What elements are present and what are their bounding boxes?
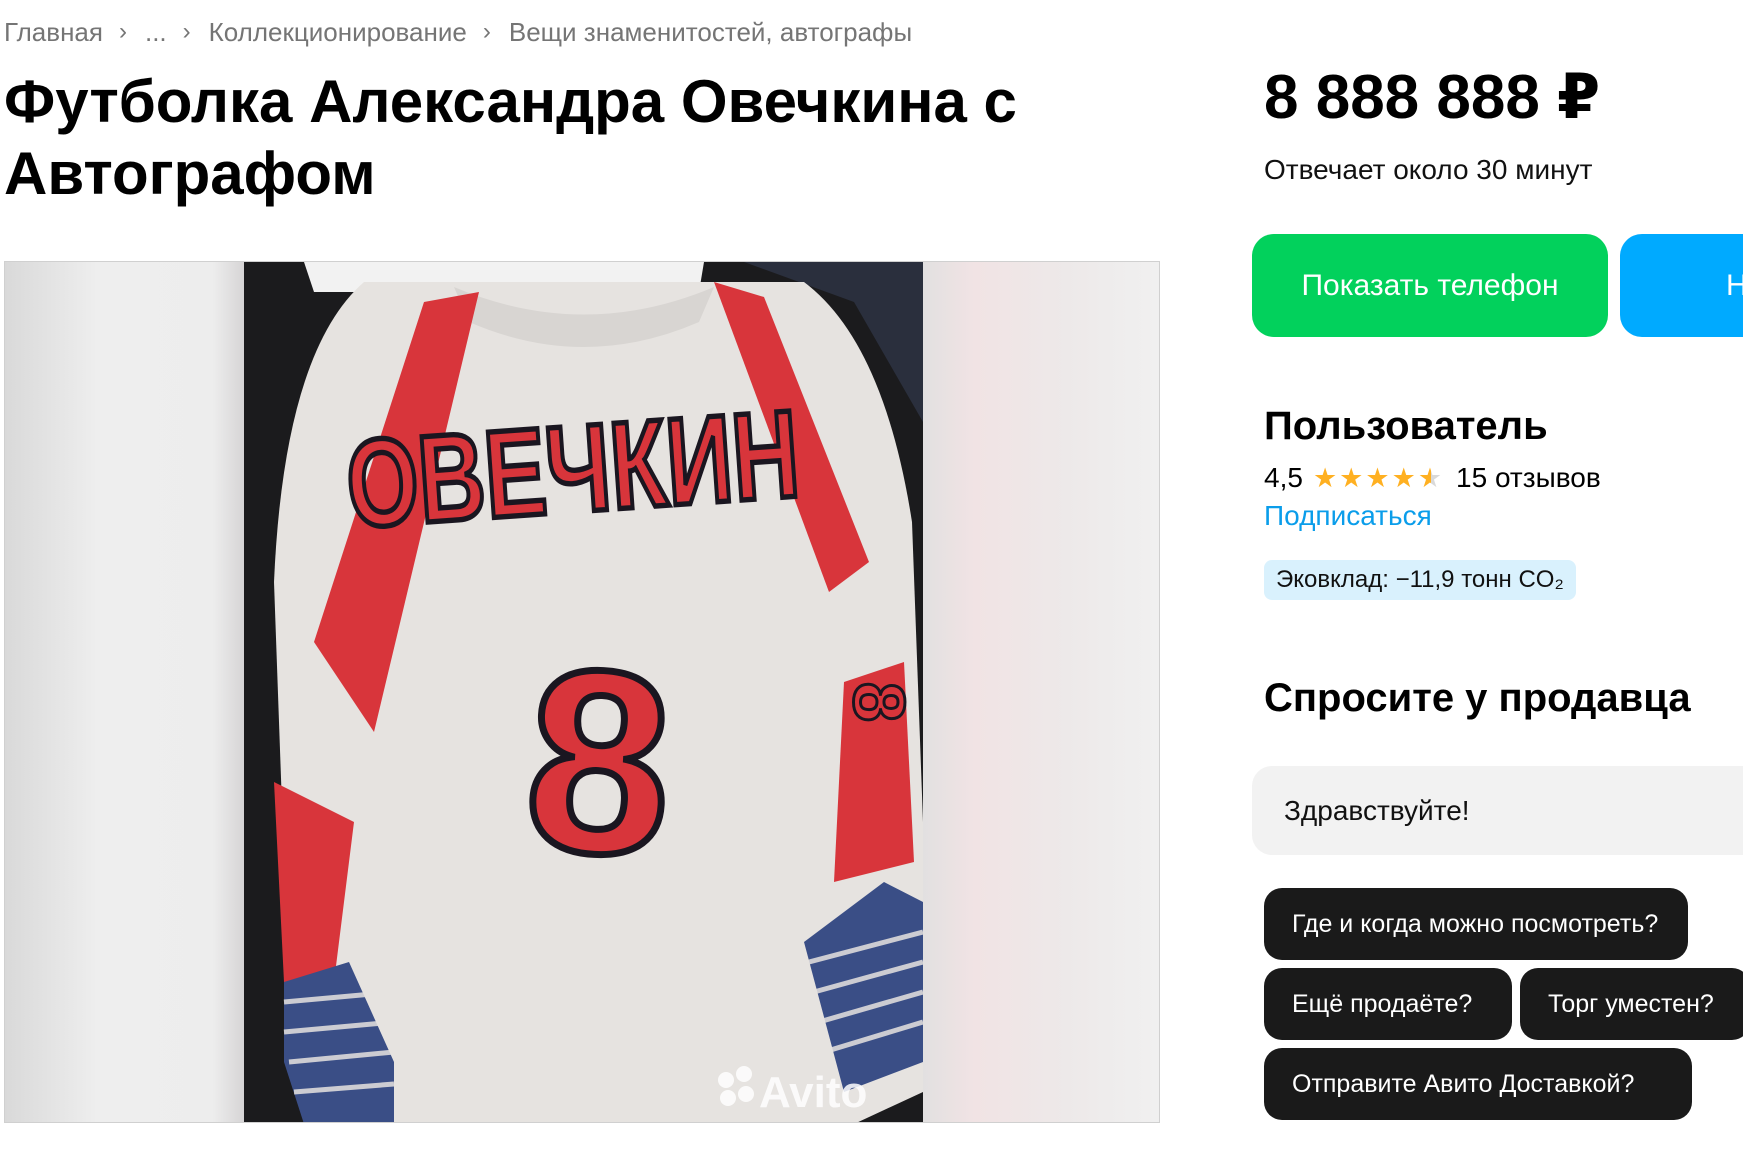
reviews-link[interactable]: 15 отзывов <box>1456 462 1601 494</box>
star-icon: ★ <box>1365 462 1390 493</box>
breadcrumb-home[interactable]: Главная <box>4 17 103 48</box>
listing-title: Футболка Александра Овечкина с Автографо… <box>4 68 1017 207</box>
star-icon: ★ <box>1312 462 1338 493</box>
seller-rating: 4,5 ★ ★ ★ ★ ★ 15 отзывов <box>1264 460 1601 496</box>
avito-watermark-text: Avito <box>759 1068 867 1117</box>
jersey-photo: ОВЕЧКИН 8 8 Avito <box>244 262 924 1122</box>
jersey-number-text: 8 <box>519 614 679 911</box>
show-phone-button[interactable]: Показать телефон <box>1252 234 1608 337</box>
breadcrumb-collecting[interactable]: Коллекционирование <box>209 17 467 48</box>
quick-question-bargain[interactable]: Торг уместен? <box>1520 968 1743 1040</box>
eco-badge[interactable]: Эковклад: −11,9 тонн CO₂ <box>1264 560 1576 600</box>
breadcrumb-celebrity-items[interactable]: Вещи знаменитостей, автографы <box>509 17 912 48</box>
message-input[interactable] <box>1252 766 1743 855</box>
seller-name[interactable]: Пользователь <box>1264 404 1548 449</box>
reply-time: Отвечает около 30 минут <box>1264 154 1593 185</box>
star-icon: ★ <box>1339 462 1364 493</box>
price: 8 888 888 ₽ <box>1264 63 1601 132</box>
sleeve-number-text: 8 <box>838 682 918 722</box>
breadcrumb-collapsed[interactable]: ... <box>145 17 167 48</box>
rating-stars: ★ ★ ★ ★ ★ <box>1313 463 1442 494</box>
chevron-right-icon: › <box>182 18 191 45</box>
star-icon: ★ <box>1391 462 1416 493</box>
subscribe-link[interactable]: Подписаться <box>1264 500 1432 532</box>
breadcrumb: Главная › ... › Коллекционирование › Вещ… <box>4 14 912 50</box>
chevron-right-icon: › <box>482 18 491 45</box>
write-message-button[interactable]: Н <box>1620 234 1743 337</box>
rating-value: 4,5 <box>1264 462 1303 493</box>
quick-question-still-selling[interactable]: Ещё продаёте? <box>1264 968 1512 1040</box>
jersey-image: ОВЕЧКИН 8 8 Avito <box>244 262 924 1122</box>
ask-seller-title: Спросите у продавца <box>1264 676 1691 720</box>
chevron-right-icon: › <box>118 18 127 45</box>
listing-photo[interactable]: ОВЕЧКИН 8 8 Avito <box>4 261 1160 1123</box>
quick-question-delivery[interactable]: Отправите Авито Доставкой? <box>1264 1048 1692 1120</box>
star-half-icon: ★ <box>1417 462 1443 493</box>
quick-question-viewing[interactable]: Где и когда можно посмотреть? <box>1264 888 1688 960</box>
